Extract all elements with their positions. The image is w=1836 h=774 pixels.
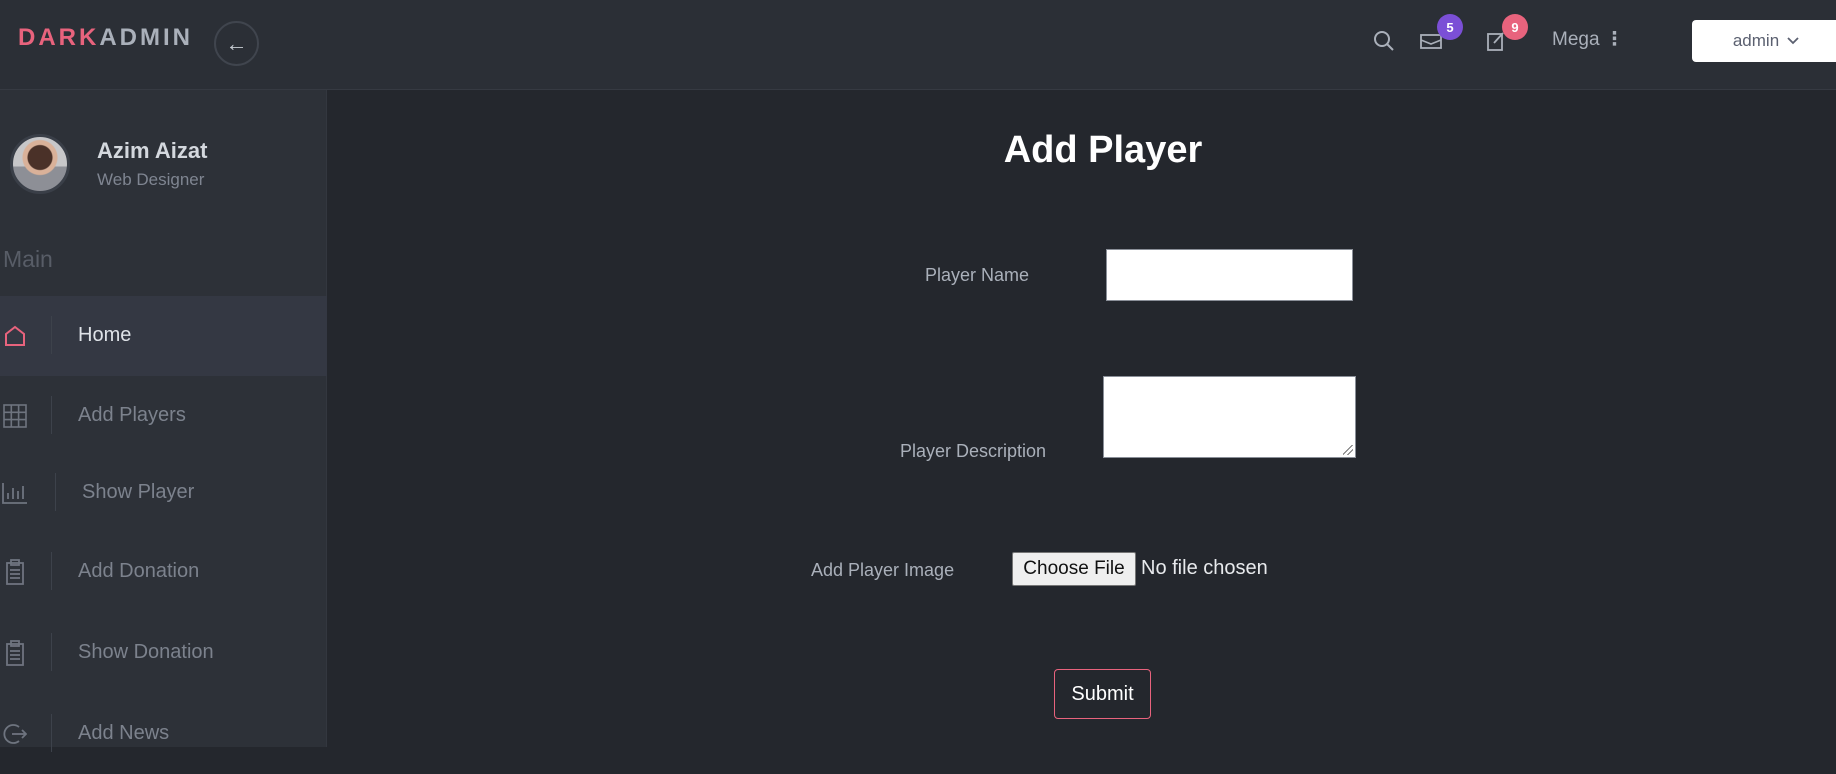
clipboard-icon <box>2 639 28 667</box>
nav-separator <box>51 316 52 354</box>
admin-dropdown-label: admin <box>1732 31 1780 50</box>
notifications-button[interactable]: 9 <box>1481 14 1528 56</box>
sidebar-item-add-players[interactable]: Add Players <box>0 376 327 456</box>
sidebar-item-show-donation[interactable]: Show Donation <box>0 613 327 693</box>
submit-button[interactable]: Submit <box>1054 669 1151 719</box>
brand-logo-part1: DARK <box>18 24 100 51</box>
search-button[interactable] <box>1369 26 1399 56</box>
nav-separator <box>51 714 52 752</box>
notifications-count-badge: 9 <box>1502 14 1528 40</box>
sidebar-item-add-news[interactable]: Add News <box>0 694 327 774</box>
sidebar-item-label: Show Donation <box>78 641 214 663</box>
file-status-text: No file chosen <box>1141 557 1268 579</box>
bar-chart-icon <box>2 479 28 507</box>
nav-separator <box>51 552 52 590</box>
choose-file-button[interactable]: Choose File <box>1012 552 1136 586</box>
sidebar-item-label: Show Player <box>82 481 195 503</box>
mega-menu-label: Mega <box>1552 29 1600 50</box>
nav-separator <box>51 396 52 434</box>
messages-count-badge: 5 <box>1437 14 1463 40</box>
nav-separator <box>55 473 56 511</box>
home-icon <box>2 322 28 350</box>
top-header: DARKADMIN ← 5 9 Mega ⋮ admin <box>0 0 1836 90</box>
sidebar-toggle-button[interactable]: ← <box>214 21 259 66</box>
resize-handle-icon[interactable] <box>1343 445 1353 455</box>
profile-role: Web Designer <box>97 170 205 189</box>
player-description-label: Player Description <box>900 441 1047 461</box>
brand-logo[interactable]: DARKADMIN <box>18 24 193 52</box>
back-arrow-icon: ← <box>225 30 248 56</box>
nav-separator <box>51 633 52 671</box>
page-title: Add Player <box>1003 129 1203 171</box>
brand-logo-part2: ADMIN <box>99 24 193 51</box>
sidebar-item-label: Add Donation <box>78 560 200 582</box>
sidebar-section-main: Main <box>3 246 53 272</box>
profile-name: Azim Aizat <box>97 138 208 163</box>
mega-menu-button[interactable]: Mega ⋮ <box>1552 28 1624 51</box>
player-name-input[interactable] <box>1106 249 1353 301</box>
sidebar-item-label: Add Players <box>78 404 186 426</box>
sidebar: Azim Aizat Web Designer Main Home Add Pl… <box>0 90 327 752</box>
sidebar-item-home[interactable]: Home <box>0 296 327 376</box>
avatar[interactable] <box>10 134 70 194</box>
sidebar-item-label: Home <box>78 324 132 346</box>
player-description-textarea[interactable] <box>1103 376 1356 458</box>
user-profile: Azim Aizat Web Designer <box>0 90 327 238</box>
more-vertical-icon: ⋮ <box>1604 29 1624 50</box>
messages-button[interactable]: 5 <box>1416 14 1463 56</box>
player-image-label: Add Player Image <box>811 560 955 580</box>
sidebar-item-show-player[interactable]: Show Player <box>0 453 327 533</box>
clipboard-icon <box>2 558 28 586</box>
sidebar-item-add-donation[interactable]: Add Donation <box>0 532 327 612</box>
admin-user-dropdown[interactable]: admin <box>1692 20 1836 62</box>
sidebar-item-label: Add News <box>78 722 170 744</box>
search-icon <box>1374 31 1394 51</box>
logout-icon <box>2 720 28 748</box>
grid-icon <box>2 402 28 430</box>
player-name-label: Player Name <box>925 265 1030 285</box>
chevron-down-icon <box>1787 37 1799 45</box>
